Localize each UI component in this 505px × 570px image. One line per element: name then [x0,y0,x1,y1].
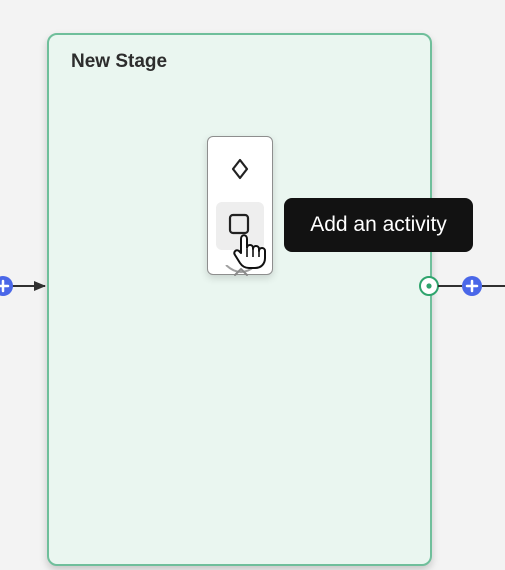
hand-cursor-icon [231,224,273,270]
right-connector[interactable] [416,272,505,300]
left-connector-arrow [10,281,46,291]
left-connector[interactable] [0,272,50,300]
target-circle-icon[interactable] [419,276,439,296]
gateway-button[interactable] [216,145,264,193]
stage-title: New Stage [71,51,168,72]
stage-card[interactable]: New Stage [47,33,432,566]
add-activity-tooltip: Add an activity [284,198,473,252]
right-plus-icon[interactable] [462,276,482,296]
diamond-icon [231,158,249,180]
left-plus-icon[interactable] [0,276,13,296]
